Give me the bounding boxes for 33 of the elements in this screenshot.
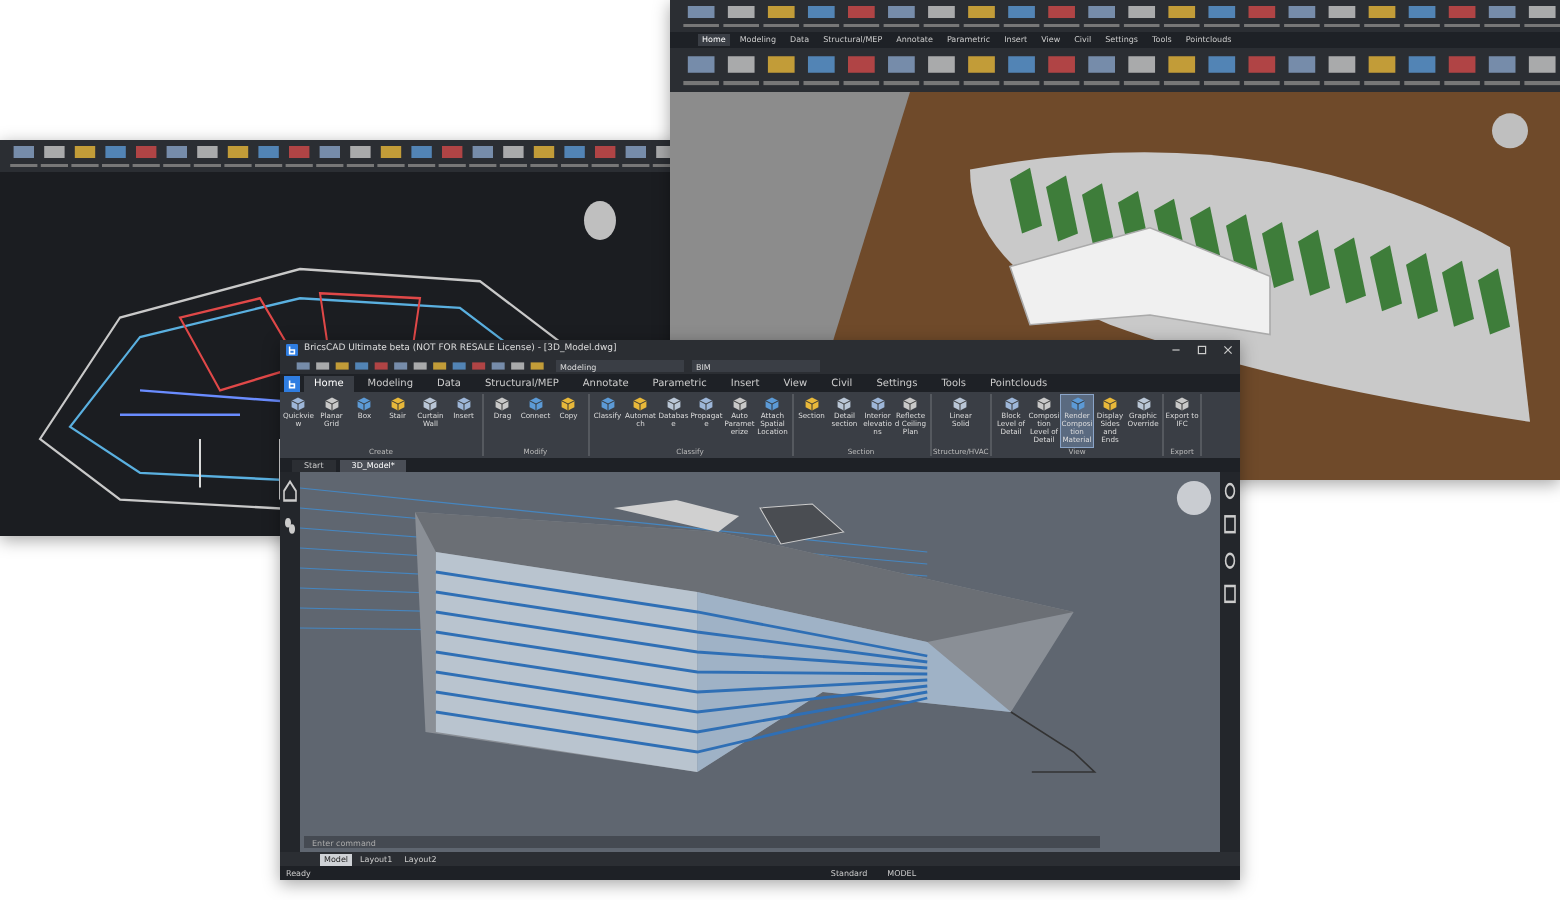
cube-icon — [389, 396, 406, 412]
cube-icon — [1135, 396, 1152, 412]
cube-icon — [731, 396, 748, 412]
cube-icon — [1102, 396, 1119, 412]
cube-icon — [665, 396, 682, 412]
cube-icon — [632, 396, 649, 412]
cube-icon — [764, 396, 781, 412]
cube-icon — [356, 396, 373, 412]
cube-icon — [1003, 396, 1020, 412]
close-icon — [1222, 343, 1234, 355]
cube-icon — [803, 396, 820, 412]
cube-icon — [869, 396, 886, 412]
cube-icon — [1174, 396, 1191, 412]
cube-icon — [290, 396, 307, 412]
cube-icon — [560, 396, 577, 412]
application-menu-button[interactable] — [284, 375, 300, 391]
app-logo-icon — [286, 377, 298, 389]
cube-icon — [599, 396, 616, 412]
cube-icon — [902, 396, 919, 412]
cube-icon — [527, 396, 544, 412]
maximize-icon — [1196, 343, 1208, 355]
minimize-icon — [1170, 343, 1182, 355]
cube-icon — [698, 396, 715, 412]
app-logo-icon — [286, 343, 298, 355]
cube-icon — [1036, 396, 1053, 412]
cube-icon — [952, 396, 969, 412]
cube-icon — [422, 396, 439, 412]
cube-icon — [323, 396, 340, 412]
cube-icon — [455, 396, 472, 412]
cube-icon — [1069, 396, 1086, 412]
cube-icon — [494, 396, 511, 412]
view-cube-icon — [1176, 480, 1212, 516]
cube-icon — [836, 396, 853, 412]
